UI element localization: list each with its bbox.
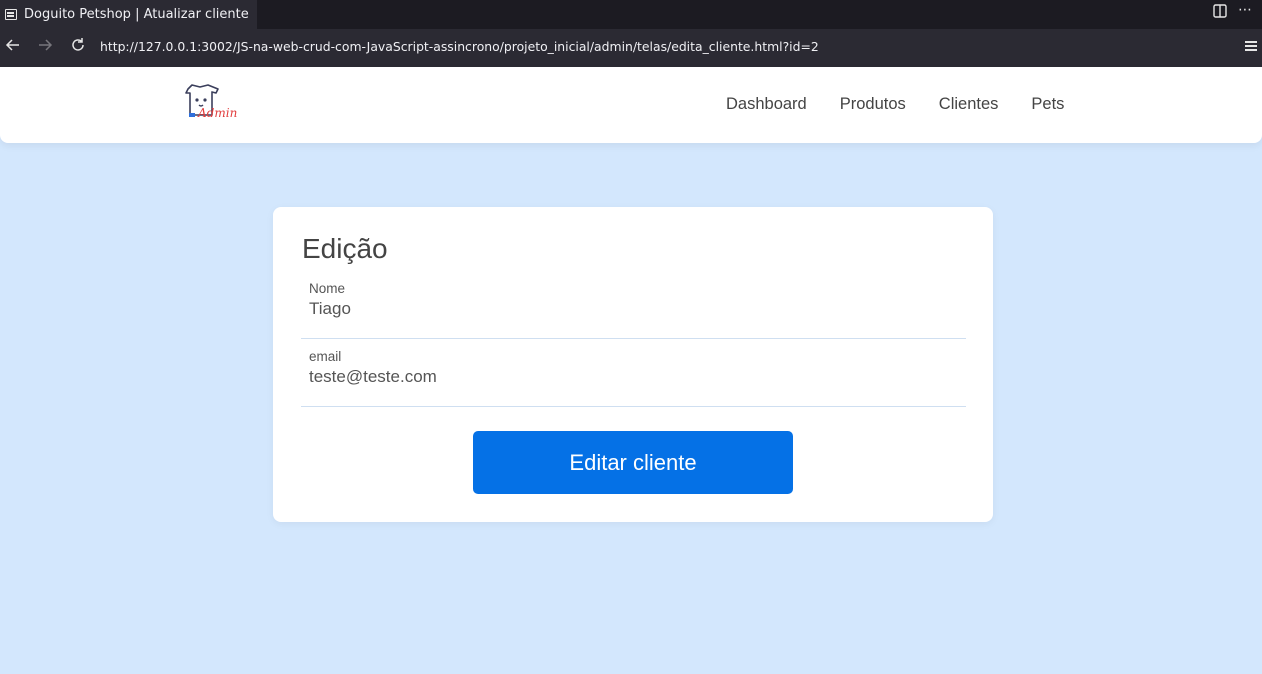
browser-nav-bar: http://127.0.0.1:3002/JS-na-web-crud-com… [0,29,1262,67]
edit-client-form: Edição Nome email Editar cliente [273,207,993,522]
form-title: Edição [302,233,388,264]
tab-title: Doguito Petshop | Atualizar cliente [24,7,249,22]
browser-tab-bar: Doguito Petshop | Atualizar cliente ⋯ [0,0,1262,29]
page-icon [5,9,17,20]
nav-produtos[interactable]: Produtos [840,95,906,114]
nav-dashboard[interactable]: Dashboard [726,95,807,114]
nav-clientes[interactable]: Clientes [939,95,999,114]
name-label: Nome [309,281,346,296]
email-field: email [301,349,966,407]
logo-text: Admin [198,106,238,120]
arrow-right-icon[interactable] [37,37,53,58]
email-label: email [309,349,342,364]
hamburger-icon[interactable] [1245,41,1257,51]
name-field: Nome [301,281,966,339]
doguito-admin-logo[interactable] [182,83,234,127]
sidebar-icon[interactable] [1213,4,1227,22]
main-nav: Dashboard Produtos Clientes Pets [726,95,1097,114]
email-input[interactable] [309,367,949,387]
nav-pets[interactable]: Pets [1031,95,1064,114]
address-bar[interactable]: http://127.0.0.1:3002/JS-na-web-crud-com… [100,39,819,54]
name-input[interactable] [309,299,949,319]
reload-icon[interactable] [70,37,86,58]
site-header: Admin Dashboard Produtos Clientes Pets [0,67,1262,143]
browser-tab[interactable]: Doguito Petshop | Atualizar cliente [0,0,257,29]
arrow-left-icon[interactable] [5,37,21,58]
ellipsis-icon[interactable]: ⋯ [1238,2,1252,18]
edit-client-button[interactable]: Editar cliente [473,431,793,494]
